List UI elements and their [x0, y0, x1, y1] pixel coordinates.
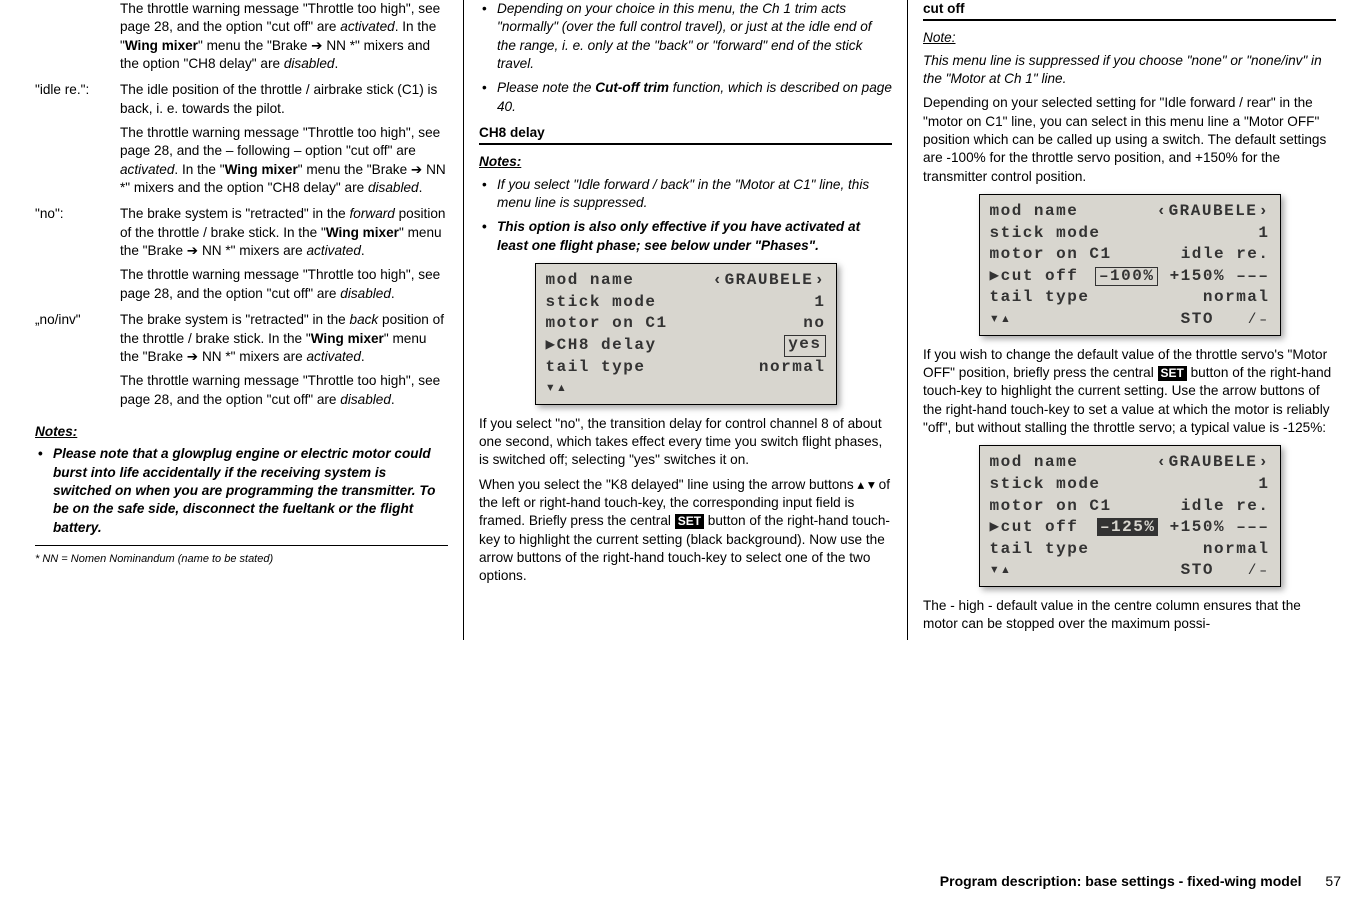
intro-continuation: The throttle warning message "Throttle t…: [35, 0, 448, 79]
section-cut-off: cut off: [923, 0, 1336, 21]
para: The throttle warning message "Throttle t…: [120, 266, 448, 303]
para: If you select "no", the transition delay…: [479, 415, 892, 470]
note-item: This option is also only effective if yo…: [497, 218, 892, 255]
para: The throttle warning message "Throttle t…: [120, 124, 448, 197]
set-button-icon: SET: [675, 514, 704, 529]
term: "no":: [35, 205, 120, 309]
switch-icon: ∕₋: [1247, 310, 1269, 328]
lcd-display-cutoff-1: mod nameGRAUBELE stick mode1 motor on C1…: [979, 194, 1281, 336]
column-2: Depending on your choice in this menu, t…: [463, 0, 907, 640]
notes-heading: Notes:: [35, 423, 448, 441]
column-1: The throttle warning message "Throttle t…: [20, 0, 463, 640]
page-number: 57: [1325, 872, 1341, 891]
lcd-display-cutoff-2: mod nameGRAUBELE stick mode1 motor on C1…: [979, 445, 1281, 587]
note-item: Please note that a glowplug engine or el…: [53, 445, 448, 537]
para: Depending on your selected setting for "…: [923, 94, 1336, 186]
def-no: "no": The brake system is "retracted" in…: [35, 205, 448, 309]
notes-list: Please note that a glowplug engine or el…: [35, 445, 448, 537]
set-button-icon: SET: [1158, 366, 1187, 381]
para: If you wish to change the default value …: [923, 346, 1336, 438]
notes-list: Depending on your choice in this menu, t…: [479, 0, 892, 116]
para: When you select the "K8 delayed" line us…: [479, 476, 892, 586]
term: "idle re.":: [35, 81, 120, 203]
page-footer: Program description: base settings - fix…: [940, 872, 1341, 891]
para: The - high - default value in the centre…: [923, 597, 1336, 634]
def-idle-re: "idle re.": The idle position of the thr…: [35, 81, 448, 203]
switch-icon: ∕₋: [1247, 561, 1269, 579]
def-no-inv: „no/inv" The brake system is "retracted"…: [35, 311, 448, 415]
note-item: Depending on your choice in this menu, t…: [497, 0, 892, 73]
section-ch8-delay: CH8 delay: [479, 124, 892, 145]
footnote: * NN = Nomen Nominandum (name to be stat…: [35, 550, 448, 567]
para: The brake system is "retracted" in the b…: [120, 311, 448, 366]
note-heading: Note:: [923, 29, 956, 47]
column-3: cut off Note: This menu line is suppress…: [907, 0, 1351, 640]
para: The throttle warning message "Throttle t…: [120, 0, 448, 73]
lcd-display-ch8: mod nameGRAUBELE stick mode1 motor on C1…: [535, 263, 837, 405]
para: The throttle warning message "Throttle t…: [120, 372, 448, 409]
divider: [35, 545, 448, 546]
down-arrow-icon: [868, 477, 875, 492]
notes-list: If you select "Idle forward / back" in t…: [479, 176, 892, 255]
note-item: Please note the Cut-off trim function, w…: [497, 79, 892, 116]
note-body: This menu line is suppressed if you choo…: [923, 52, 1336, 89]
para: The idle position of the throttle / airb…: [120, 81, 448, 118]
up-arrow-icon: [857, 477, 864, 492]
note-item: If you select "Idle forward / back" in t…: [497, 176, 892, 213]
term: „no/inv": [35, 311, 120, 415]
para: The brake system is "retracted" in the f…: [120, 205, 448, 260]
footer-title: Program description: base settings - fix…: [940, 873, 1302, 889]
page: The throttle warning message "Throttle t…: [0, 0, 1371, 640]
notes-heading: Notes:: [479, 153, 892, 171]
